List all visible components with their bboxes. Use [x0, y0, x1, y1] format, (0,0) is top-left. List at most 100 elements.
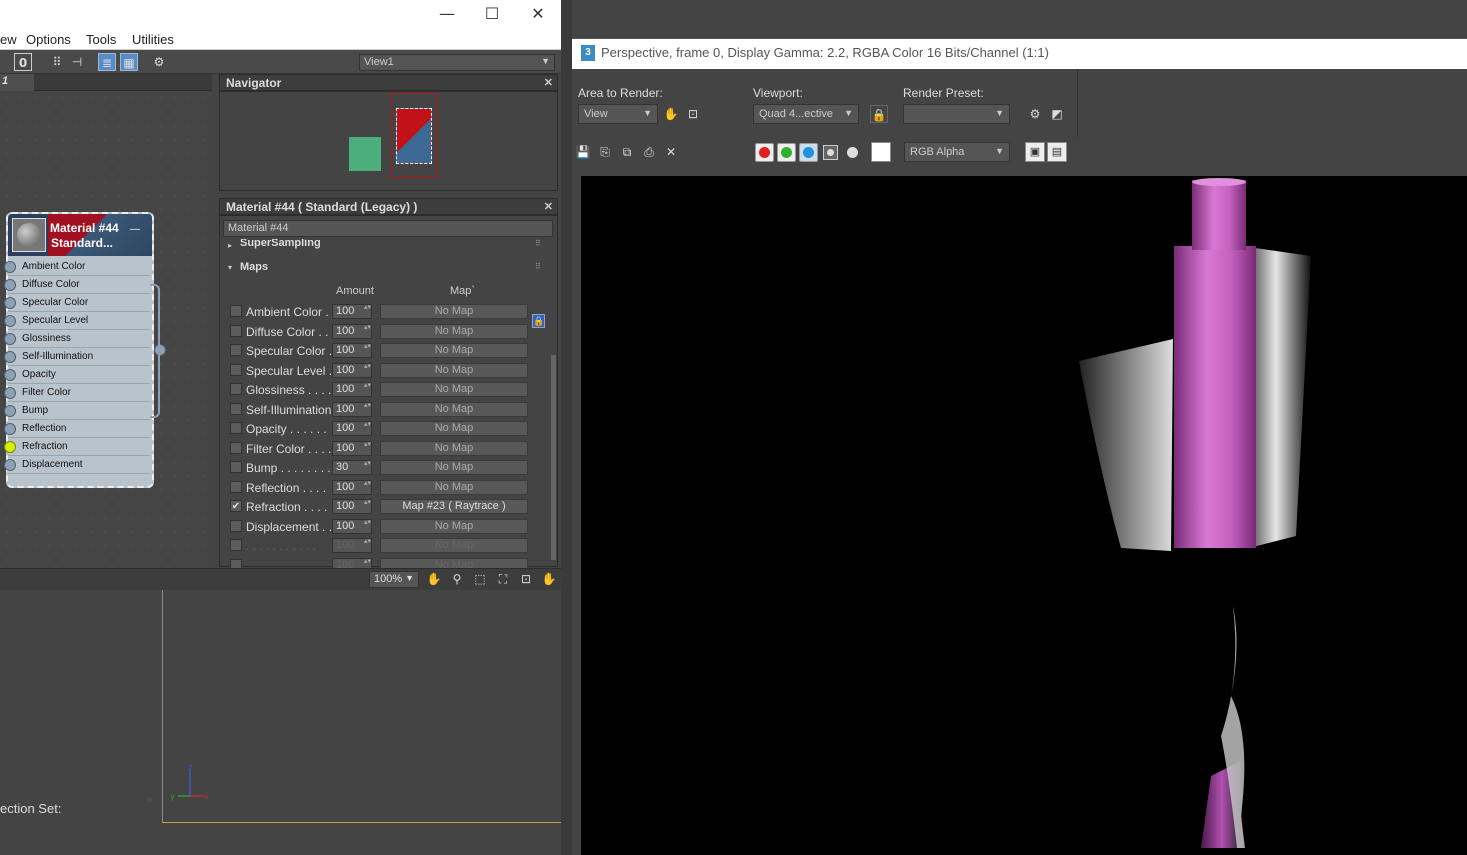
maximize-icon[interactable]: ☐ [478, 4, 506, 24]
red-channel-toggle[interactable] [755, 143, 774, 162]
node-input-socket[interactable] [4, 297, 16, 309]
menu-options[interactable]: Options [26, 32, 71, 47]
zoom-select[interactable]: 100% ▼ [369, 571, 419, 588]
node-slot[interactable]: Bump [8, 402, 150, 420]
node-input-socket[interactable] [4, 369, 16, 381]
map-slot-button[interactable]: No Map [380, 460, 528, 475]
map-enable-checkbox[interactable] [230, 480, 242, 493]
navigator-panel[interactable] [219, 91, 558, 191]
map-amount-spinner[interactable]: 100 [332, 518, 372, 534]
node-slot[interactable]: Ambient Color [8, 258, 150, 276]
map-amount-spinner[interactable]: 100 [332, 343, 372, 358]
menu-view[interactable]: ew [0, 32, 17, 47]
zoom-region-icon[interactable]: ⬚ [472, 571, 488, 587]
map-amount-spinner[interactable]: 30 [332, 460, 372, 475]
map-enable-checkbox[interactable] [230, 402, 242, 415]
node-input-socket[interactable] [4, 423, 16, 435]
render-setup-icon[interactable]: ⚙ [1026, 105, 1044, 123]
menu-utilities[interactable]: Utilities [132, 32, 174, 47]
map-slot-button[interactable]: No Map [380, 518, 528, 534]
map-enable-checkbox[interactable] [230, 539, 242, 551]
double-chevron-icon[interactable]: » [146, 794, 152, 806]
view-select[interactable]: View1 ▼ [359, 54, 555, 71]
map-slot-button[interactable]: No Map [380, 382, 528, 397]
zero-icon[interactable]: 0 [14, 53, 32, 71]
render-preset-select[interactable]: ▼ [903, 104, 1010, 124]
material-name-field[interactable]: Material #44 [223, 220, 553, 237]
node-input-socket[interactable] [4, 261, 16, 273]
map-enable-checkbox[interactable] [230, 324, 242, 337]
node-slot[interactable]: Opacity [8, 366, 150, 384]
node-collapse-icon[interactable]: — [130, 224, 140, 235]
map-slot-button[interactable]: No Map [380, 421, 528, 436]
map-enable-checkbox[interactable]: ✔ [230, 500, 242, 512]
node-input-socket[interactable] [4, 279, 16, 291]
map-amount-spinner[interactable]: 100 [332, 499, 372, 514]
node-input-socket[interactable] [4, 441, 16, 453]
info-panel-icon[interactable]: ▤ [1047, 142, 1067, 162]
zoom-extents-icon[interactable]: ⛶ [495, 571, 511, 587]
mono-toggle[interactable] [847, 147, 858, 158]
map-enable-checkbox[interactable] [230, 363, 242, 376]
map-enable-checkbox[interactable] [230, 344, 242, 356]
channel-display-select[interactable]: RGB Alpha ▼ [904, 142, 1010, 162]
map-amount-spinner[interactable]: 100 [332, 323, 372, 339]
map-slot-button[interactable]: No Map [380, 343, 528, 358]
map-slot-button[interactable]: No Map [380, 479, 528, 495]
zoom-icon[interactable]: ⚲ [449, 571, 465, 587]
map-amount-spinner[interactable]: 100 [332, 440, 372, 456]
green-channel-toggle[interactable] [777, 143, 796, 162]
area-to-render-select[interactable]: View ▼ [578, 104, 658, 124]
node-input-socket[interactable] [4, 333, 16, 345]
node-input-socket[interactable] [4, 387, 16, 399]
node-input-socket[interactable] [4, 351, 16, 363]
map-slot-button[interactable]: No Map [380, 304, 528, 319]
map-slot-button[interactable]: Map #23 ( Raytrace ) [380, 499, 528, 514]
node-input-socket[interactable] [4, 405, 16, 417]
map-slot-button[interactable]: No Map [380, 440, 528, 456]
rendered-image[interactable] [581, 176, 1467, 855]
viewport-select[interactable]: Quad 4...ective ▼ [753, 104, 859, 124]
grid-view-icon[interactable]: ▦ [120, 53, 138, 71]
node-slot[interactable]: Glossiness [8, 330, 150, 348]
map-amount-spinner[interactable]: 100 [332, 382, 372, 397]
close-icon[interactable]: ✕ [544, 200, 553, 213]
swatch-color[interactable] [871, 142, 891, 162]
alpha-channel-toggle[interactable] [823, 145, 838, 160]
node-slot[interactable]: Specular Color [8, 294, 150, 312]
view-tab[interactable]: 1 [0, 74, 34, 91]
list-view-icon[interactable]: ≣ [98, 53, 116, 71]
menu-tools[interactable]: Tools [86, 32, 116, 47]
copy-image-icon[interactable]: ⎘ [596, 143, 614, 161]
zoom-selected-icon[interactable]: ⊡ [518, 571, 534, 587]
map-slot-button[interactable]: No Map [380, 538, 528, 553]
map-amount-spinner[interactable]: 100 [332, 401, 372, 417]
pan-hand-icon[interactable]: ✋ [426, 571, 442, 587]
save-image-icon[interactable]: 💾 [574, 143, 592, 161]
display-toggle-icon[interactable]: ▣ [1025, 142, 1045, 162]
map-enable-checkbox[interactable] [230, 305, 242, 317]
lock-icon[interactable]: 🔒 [532, 314, 545, 328]
clone-window-icon[interactable]: ⧉ [618, 143, 636, 161]
edit-region-icon[interactable]: ✋ [662, 105, 680, 123]
node-slot[interactable]: Displacement [8, 456, 150, 474]
minimize-icon[interactable]: — [433, 4, 461, 24]
map-slot-button[interactable]: No Map [380, 323, 528, 339]
close-icon[interactable]: ✕ [544, 76, 553, 89]
lock-viewport-icon[interactable]: 🔒 [870, 105, 888, 123]
pan-toggle-icon[interactable]: ✋ [541, 571, 557, 587]
node-input-socket[interactable] [4, 459, 16, 471]
map-amount-spinner[interactable]: 100 [332, 479, 372, 495]
supersampling-rollout[interactable]: ▸ SuperSampling ⠿ [222, 239, 552, 252]
layout-icon[interactable]: ⠿ [48, 53, 66, 71]
map-amount-spinner[interactable]: 100 [332, 362, 372, 378]
clear-icon[interactable]: ✕ [662, 143, 680, 161]
map-slot-button[interactable]: No Map [380, 362, 528, 378]
scene-viewport-area[interactable] [0, 590, 572, 855]
node-slot[interactable]: Reflection [8, 420, 150, 438]
panel-scrollbar[interactable] [551, 355, 556, 560]
map-amount-spinner[interactable]: 100 [332, 538, 372, 553]
map-enable-checkbox[interactable] [230, 441, 242, 454]
print-icon[interactable]: ⎙ [640, 143, 658, 161]
blue-channel-toggle[interactable] [799, 143, 818, 162]
